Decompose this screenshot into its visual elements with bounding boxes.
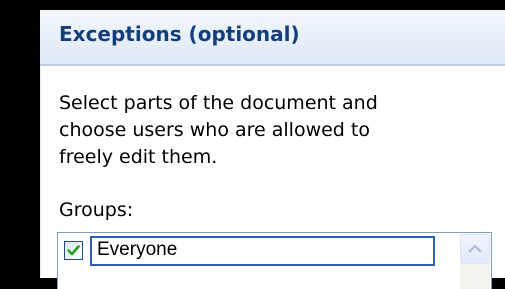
group-item-focus-box[interactable]: Everyone <box>90 236 435 266</box>
group-item-label: Everyone <box>97 239 178 260</box>
everyone-checkbox[interactable] <box>64 241 83 260</box>
group-item-everyone[interactable]: Everyone <box>61 236 441 266</box>
groups-listbox[interactable]: Everyone <box>57 232 492 289</box>
restrict-editing-pane: Exceptions (optional) Select parts of th… <box>40 10 505 289</box>
scroll-up-button[interactable] <box>460 234 490 264</box>
listbox-scrollbar[interactable] <box>460 234 490 289</box>
section-header: Exceptions (optional) <box>40 10 505 66</box>
groups-label: Groups: <box>59 199 134 221</box>
checkmark-icon <box>67 245 80 256</box>
description-line: choose users who are allowed to <box>59 119 370 141</box>
screen-background: Exceptions (optional) Select parts of th… <box>0 0 505 289</box>
description-line: freely edit them. <box>59 146 218 168</box>
section-title: Exceptions (optional) <box>59 22 300 46</box>
section-description: Select parts of the document and choose … <box>59 90 499 171</box>
description-line: Select parts of the document and <box>59 92 378 114</box>
chevron-up-icon <box>468 244 482 253</box>
